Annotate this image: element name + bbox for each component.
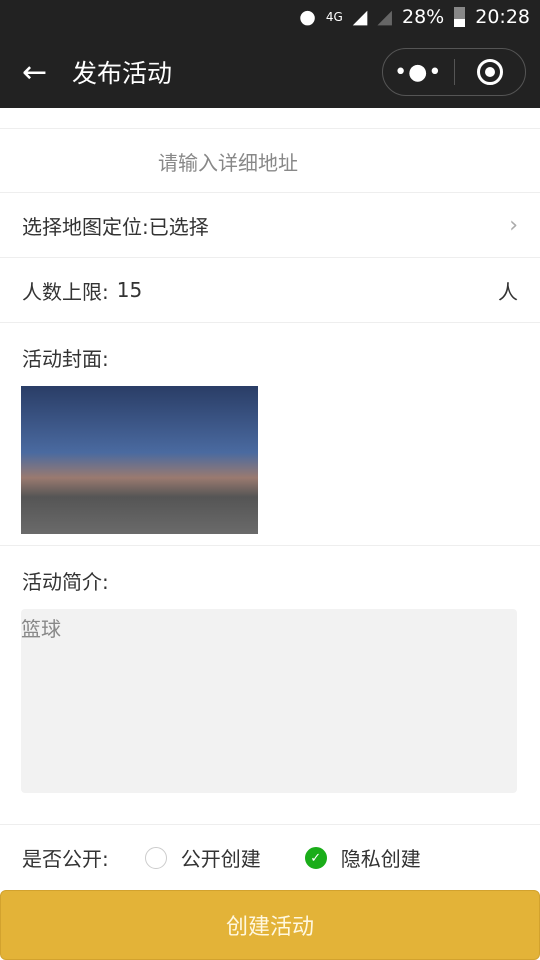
battery-percent: 28% (402, 6, 445, 28)
clock: 20:28 (475, 6, 530, 28)
signal-empty-icon: ◢ (377, 6, 392, 28)
limit-row: 人数上限: 15 人 (0, 257, 540, 322)
create-activity-button[interactable]: 创建活动 (0, 890, 540, 960)
page-title: 发布活动 (72, 59, 173, 88)
radio-private-checked-icon[interactable]: ✓ (304, 846, 327, 869)
public-label: 是否公开: (22, 847, 109, 871)
limit-input[interactable]: 15 (117, 278, 498, 302)
intro-label: 活动简介: (22, 570, 109, 594)
address-input[interactable]: 请输入详细地址 (0, 128, 540, 193)
map-location-row[interactable]: 选择地图定位:已选择 › (0, 192, 540, 257)
intro-text: 篮球 (21, 617, 61, 641)
option-private-label[interactable]: 隐私创建 (341, 843, 421, 872)
location-icon: ● (299, 6, 316, 28)
status-bar: ● 4G ◢ ◢ 28% 20:28 (299, 6, 530, 28)
network-label: 4G (325, 10, 343, 24)
map-location-label: 选择地图定位:已选择 (22, 214, 209, 239)
public-row: 是否公开: 公开创建 ✓ 隐私创建 (0, 824, 540, 890)
chevron-right-icon: › (509, 212, 518, 238)
limit-unit: 人 (498, 279, 518, 304)
back-arrow-icon[interactable]: ← (22, 55, 62, 90)
signal-icon: ◢ (352, 6, 368, 28)
radio-public[interactable] (144, 846, 167, 869)
option-public-label[interactable]: 公开创建 (181, 843, 261, 872)
cover-label: 活动封面: (22, 347, 109, 371)
top-bar: ● 4G ◢ ◢ 28% 20:28 ← 发布活动 •●• (0, 0, 540, 108)
address-placeholder: 请输入详细地址 (158, 150, 298, 175)
battery-icon (454, 7, 466, 27)
intro-textarea[interactable]: 篮球 (21, 609, 517, 793)
cover-image[interactable] (21, 386, 258, 534)
capsule-menu: •●• (382, 48, 526, 96)
close-miniprogram-icon[interactable] (455, 59, 526, 85)
create-button-label: 创建活动 (225, 915, 314, 940)
more-icon[interactable]: •●• (383, 60, 454, 85)
limit-label: 人数上限: (22, 279, 109, 304)
